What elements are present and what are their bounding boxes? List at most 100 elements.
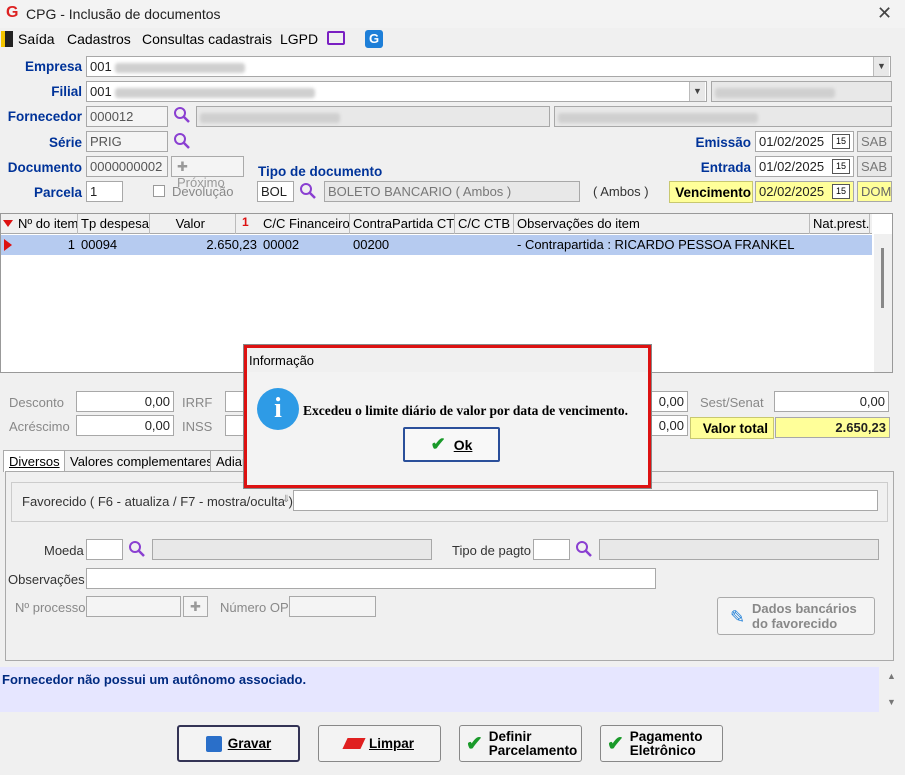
sest-label: Sest/Senat — [700, 395, 764, 410]
col-header-valor[interactable]: Valor — [150, 214, 236, 234]
close-icon[interactable]: ✕ — [877, 3, 892, 24]
search-icon[interactable] — [299, 182, 317, 200]
documento-field[interactable]: 0000000002 — [86, 156, 168, 177]
tab-valores-complementares[interactable]: Valores complementares — [64, 450, 219, 472]
acrescimo-label: Acréscimo — [9, 419, 70, 434]
fornecedor-label: Fornecedor — [7, 109, 82, 124]
limpar-button[interactable]: Limpar — [318, 725, 441, 762]
col-header-contrapartida[interactable]: ContraPartida CTB — [350, 214, 455, 234]
documento-label: Documento — [7, 160, 82, 175]
proximo-button[interactable]: ✚ Próximo — [171, 156, 244, 190]
cell-contrapartida[interactable]: 00200 — [350, 235, 455, 255]
gravar-button[interactable]: Gravar — [177, 725, 300, 762]
row-pointer-icon — [4, 239, 12, 251]
grid-scrollbar[interactable] — [874, 234, 892, 372]
cell-tp-despesa[interactable]: 00094 — [78, 235, 150, 255]
devolucao-checkbox[interactable] — [153, 185, 165, 197]
numero-op-label: Número OP — [220, 600, 289, 615]
dialog-title: Informação — [249, 353, 315, 368]
checkmark-icon: ✔ — [607, 733, 624, 755]
tipo-pagto-desc-field — [599, 539, 879, 560]
col-header-cc-ctb[interactable]: C/C CTB — [455, 214, 514, 234]
col-header-item[interactable]: Nº do item — [15, 214, 78, 234]
inss-label: INSS — [182, 419, 213, 434]
scroll-thumb[interactable] — [881, 248, 884, 308]
cell-cc-ctb[interactable] — [455, 235, 514, 255]
dialog-body: i Excedeu o limite diário de valor por d… — [247, 372, 648, 485]
serie-field[interactable]: PRIG — [86, 131, 168, 152]
col-header-cc-financeiro[interactable]: C/C Financeiro — [260, 214, 350, 234]
empresa-label: Empresa — [24, 59, 82, 74]
parcela-label: Parcela — [33, 185, 82, 200]
favorecido-label: Favorecido ( F6 - atualiza / F7 - mostra… — [22, 494, 293, 509]
tipo-pagto-field[interactable] — [533, 539, 570, 560]
menu-saida[interactable]: Saída — [18, 31, 55, 47]
scroll-down-icon[interactable]: ▼ — [887, 697, 896, 707]
vencimento-day-field: DOM — [857, 181, 892, 202]
fornecedor-code-field[interactable]: 000012 — [86, 106, 168, 127]
favorecido-field[interactable] — [293, 490, 878, 511]
filial-select[interactable]: 001 — [86, 81, 707, 102]
ok-button[interactable]: ✔ Ok — [403, 427, 500, 462]
title-bar: G CPG - Inclusão de documentos ✕ — [0, 0, 905, 28]
checkmark-icon: ✔ — [430, 434, 446, 454]
moeda-field[interactable] — [86, 539, 123, 560]
cell-valor[interactable]: 2.650,23 — [150, 235, 260, 255]
sort-down-icon[interactable] — [3, 220, 13, 227]
total-mid2-field[interactable]: 0,00 — [650, 415, 688, 436]
calendar-icon[interactable]: 15 — [832, 159, 850, 174]
sest-field[interactable]: 0,00 — [774, 391, 889, 412]
observacoes-label: Observações — [8, 572, 85, 587]
menu-lgpd[interactable]: LGPD — [280, 31, 318, 47]
desconto-label: Desconto — [9, 395, 64, 410]
acrescimo-field[interactable]: 0,00 — [76, 415, 174, 436]
pagamento-eletronico-button[interactable]: ✔ Pagamento Eletrônico — [600, 725, 723, 762]
parcela-field[interactable]: 1 — [86, 181, 123, 202]
emissao-day-field: SAB — [857, 131, 892, 152]
search-icon[interactable] — [173, 106, 191, 124]
monitor-icon[interactable] — [327, 31, 345, 45]
valor-total-field: 2.650,23 — [775, 417, 890, 438]
info-icon: i — [257, 388, 299, 430]
cell-nat-prest[interactable] — [810, 235, 870, 255]
search-icon[interactable] — [128, 540, 146, 558]
tipo-pagto-label: Tipo de pagto — [452, 543, 532, 558]
definir-parcelamento-button[interactable]: ✔ Definir Parcelamento — [459, 725, 582, 762]
exit-door-icon[interactable] — [1, 31, 13, 47]
menu-cadastros[interactable]: Cadastros — [67, 31, 131, 47]
app-g-icon[interactable]: G — [365, 30, 383, 48]
col-header-nat-prest[interactable]: Nat.prest. — [810, 214, 870, 234]
plus-icon[interactable]: ✚ — [183, 596, 208, 617]
observacoes-field[interactable] — [86, 568, 656, 589]
num-processo-field[interactable] — [86, 596, 181, 617]
menu-consultas-cadastrais[interactable]: Consultas cadastrais — [142, 31, 272, 47]
tipo-documento-label: Tipo de documento — [258, 164, 383, 179]
cell-observacoes[interactable]: - Contrapartida : RICARDO PESSOA FRANKEL — [514, 235, 810, 255]
calendar-icon[interactable]: 15 — [832, 184, 850, 199]
search-icon[interactable] — [575, 540, 593, 558]
scroll-up-icon[interactable]: ▲ — [887, 671, 896, 681]
desconto-field[interactable]: 0,00 — [76, 391, 174, 412]
entrada-day-field: SAB — [857, 156, 892, 177]
devolucao-label: Devolução — [172, 184, 234, 199]
total-mid1-field[interactable]: 0,00 — [650, 391, 688, 412]
calendar-icon[interactable]: 15 — [832, 134, 850, 149]
col-header-tp-despesa[interactable]: Tp despesa — [78, 214, 150, 234]
filial-extra-field — [711, 81, 892, 102]
tab-diversos[interactable]: Diversos — [3, 450, 66, 472]
numero-op-field[interactable] — [289, 596, 376, 617]
cell-item[interactable]: 1 — [15, 235, 78, 255]
col-header-observacoes[interactable]: Observações do item — [514, 214, 810, 234]
status-scrollbar[interactable]: ▲ ▼ — [883, 667, 901, 712]
chevron-down-icon[interactable]: ▼ — [689, 82, 705, 101]
dialog-title-bar: Informação — [247, 348, 648, 372]
empresa-select[interactable]: 001 — [86, 56, 891, 77]
chevron-down-icon[interactable]: ▼ — [873, 57, 889, 76]
sort-order-marker: 1 — [242, 215, 249, 229]
valor-total-label: Valor total — [702, 421, 768, 436]
search-icon[interactable] — [173, 132, 191, 150]
tipo-doc-code-field[interactable]: BOL — [257, 181, 294, 202]
cell-cc-financeiro[interactable]: 00002 — [260, 235, 350, 255]
table-row[interactable]: 1 00094 2.650,23 00002 00200 - Contrapar… — [1, 235, 872, 255]
num-processo-label: Nº processo — [15, 600, 86, 615]
